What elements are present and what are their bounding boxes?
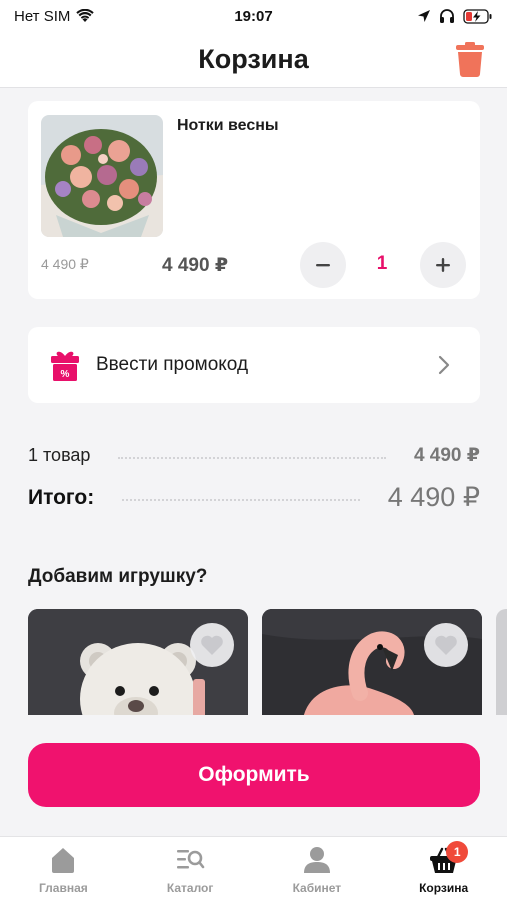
items-subtotal: 4 490 ₽: [413, 445, 480, 466]
decrease-quantity-button[interactable]: [300, 242, 346, 288]
tab-profile[interactable]: Кабинет: [254, 837, 381, 900]
trash-icon: [456, 42, 484, 77]
product-image[interactable]: [41, 115, 163, 237]
nav-header: Корзина: [0, 32, 507, 88]
cart-content[interactable]: Нотки весны 4 490 ₽ 4 490 ₽ 1 % Ввести п…: [0, 89, 507, 719]
tab-catalog-label: Каталог: [166, 881, 214, 895]
profile-icon: [303, 847, 330, 873]
toy-card[interactable]: [28, 609, 248, 719]
catalog-search-icon: [177, 850, 205, 869]
product-name[interactable]: Нотки весны: [177, 117, 279, 135]
promo-code-label: Ввести промокод: [96, 354, 249, 375]
heart-icon: [435, 635, 457, 655]
cart-item-card: Нотки весны 4 490 ₽ 4 490 ₽ 1: [28, 101, 480, 299]
cart-count-badge: 1: [446, 841, 469, 863]
home-icon: [52, 848, 75, 873]
status-left: Нет SIM: [14, 7, 95, 25]
heart-icon: [201, 635, 223, 655]
tab-cart[interactable]: Корзина 1: [380, 837, 507, 900]
tab-bar: Главная Каталог Кабинет Корзина 1: [0, 836, 507, 900]
status-right: [417, 8, 493, 24]
gift-discount-icon: %: [51, 351, 79, 381]
plus-icon: [436, 258, 450, 272]
toy-card-partial[interactable]: [496, 609, 507, 719]
favorite-button[interactable]: [424, 623, 468, 667]
items-count-label: 1 товар: [28, 445, 91, 465]
dotted-leader: [122, 498, 360, 501]
chevron-right-icon: [438, 355, 450, 375]
wifi-icon: [76, 9, 95, 22]
increase-quantity-button[interactable]: [420, 242, 466, 288]
page-title: Корзина: [198, 44, 309, 74]
status-bar: Нет SIM 19:07: [0, 0, 507, 32]
items-summary-row: 1 товар 4 490 ₽: [28, 444, 480, 467]
flower-bouquet-image: [41, 115, 163, 237]
tab-home[interactable]: Главная: [0, 837, 127, 900]
tab-home-label: Главная: [38, 881, 88, 895]
tab-cart-label: Корзина: [419, 881, 469, 895]
tab-profile-label: Кабинет: [292, 881, 342, 895]
favorite-button[interactable]: [190, 623, 234, 667]
toy-card[interactable]: [262, 609, 482, 719]
svg-text:%: %: [61, 369, 70, 380]
battery-charging-icon: [463, 8, 492, 24]
tab-catalog[interactable]: Каталог: [127, 837, 254, 900]
current-price: 4 490 ₽: [162, 255, 229, 276]
headphones-icon: [440, 9, 454, 23]
carrier-label: Нет SIM: [14, 7, 71, 25]
old-price: 4 490 ₽: [41, 256, 89, 272]
dotted-leader: [118, 456, 386, 459]
promo-code-row[interactable]: % Ввести промокод: [28, 327, 480, 403]
total-label: Итого:: [28, 485, 95, 509]
location-arrow-icon: [418, 10, 430, 22]
minus-icon: [316, 264, 330, 267]
total-value: 4 490 ₽: [387, 482, 480, 512]
checkout-button[interactable]: Оформить: [28, 743, 480, 807]
quantity-value: 1: [376, 253, 388, 274]
clear-cart-button[interactable]: [455, 41, 485, 77]
toys-section-title: Добавим игрушку?: [28, 566, 208, 587]
checkout-area: Оформить: [0, 715, 507, 836]
total-summary-row: Итого: 4 490 ₽: [28, 482, 480, 513]
